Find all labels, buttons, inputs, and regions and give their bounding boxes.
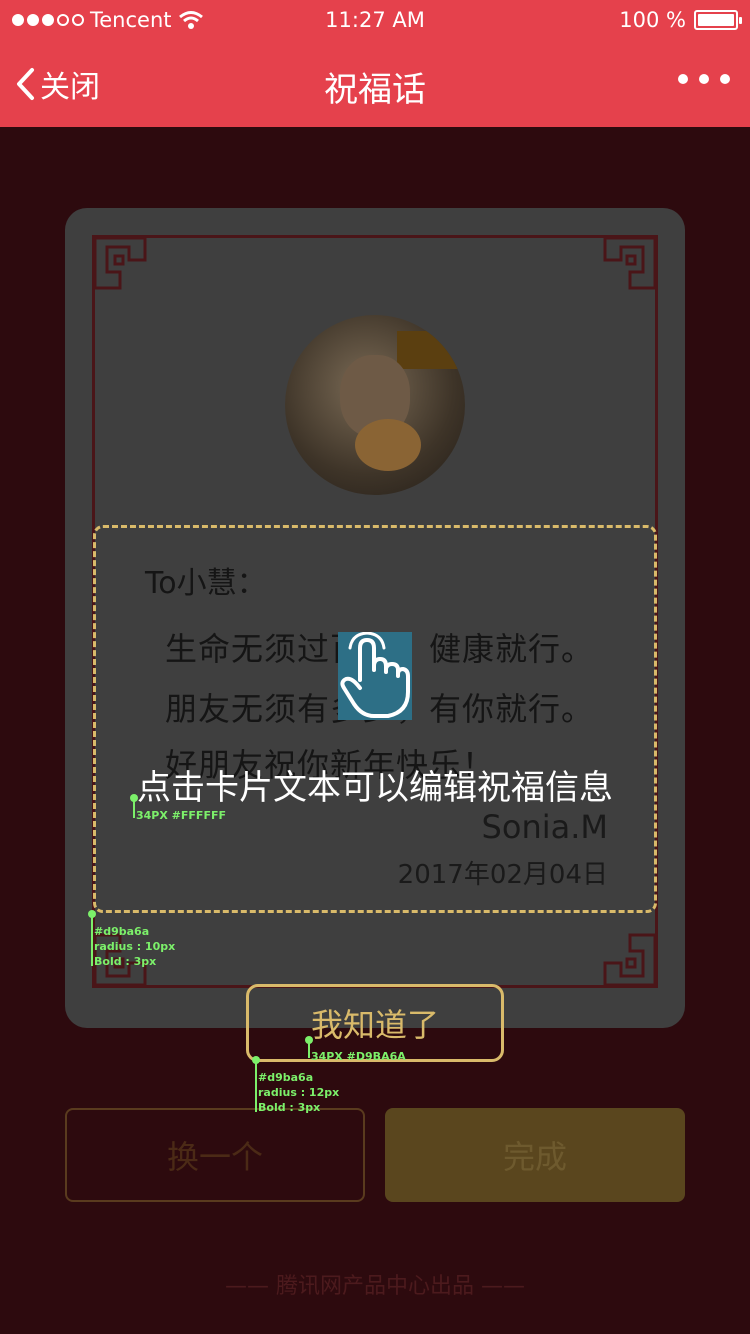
- tip-spec-label: 34PX #FFFFFF: [136, 809, 226, 822]
- battery-text: 100 %: [619, 8, 686, 32]
- footer-credit: —— 腾讯网产品中心出品 ——: [225, 1274, 525, 1299]
- recipient-line: To小慧：: [145, 566, 267, 601]
- corner-ornament-icon: [603, 933, 657, 987]
- status-bar: Tencent 11:27 AM 100 %: [0, 0, 750, 40]
- top-bar: Tencent 11:27 AM 100 % 关闭 祝福话: [0, 0, 750, 127]
- signature: Sonia.M: [481, 808, 608, 846]
- spec-line: [308, 1042, 310, 1058]
- guide-tip: 点击卡片文本可以编辑祝福信息: [137, 768, 613, 808]
- nav-bar: 关闭 祝福话: [0, 44, 750, 124]
- spec-line: [255, 1062, 257, 1112]
- corner-ornament-icon: [603, 236, 657, 290]
- page-title: 祝福话: [324, 70, 426, 110]
- gotit-box-spec-label: #d9ba6a radius : 12px Bold : 3px: [258, 1071, 340, 1114]
- box-spec-label: #d9ba6a radius : 10px Bold : 3px: [94, 925, 176, 968]
- avatar[interactable]: [285, 315, 465, 495]
- hand-tap-icon: [338, 631, 412, 720]
- gotit-text-spec-label: 34PX #D9BA6A: [311, 1050, 406, 1063]
- corner-ornament-icon: [93, 236, 147, 290]
- change-button[interactable]: 换一个: [65, 1108, 365, 1202]
- done-button[interactable]: 完成: [385, 1108, 685, 1202]
- spec-line: [91, 916, 93, 966]
- more-icon[interactable]: [678, 74, 730, 84]
- card-date: 2017年02月04日: [397, 860, 608, 890]
- battery-icon: [694, 10, 742, 30]
- spec-line: [133, 800, 135, 818]
